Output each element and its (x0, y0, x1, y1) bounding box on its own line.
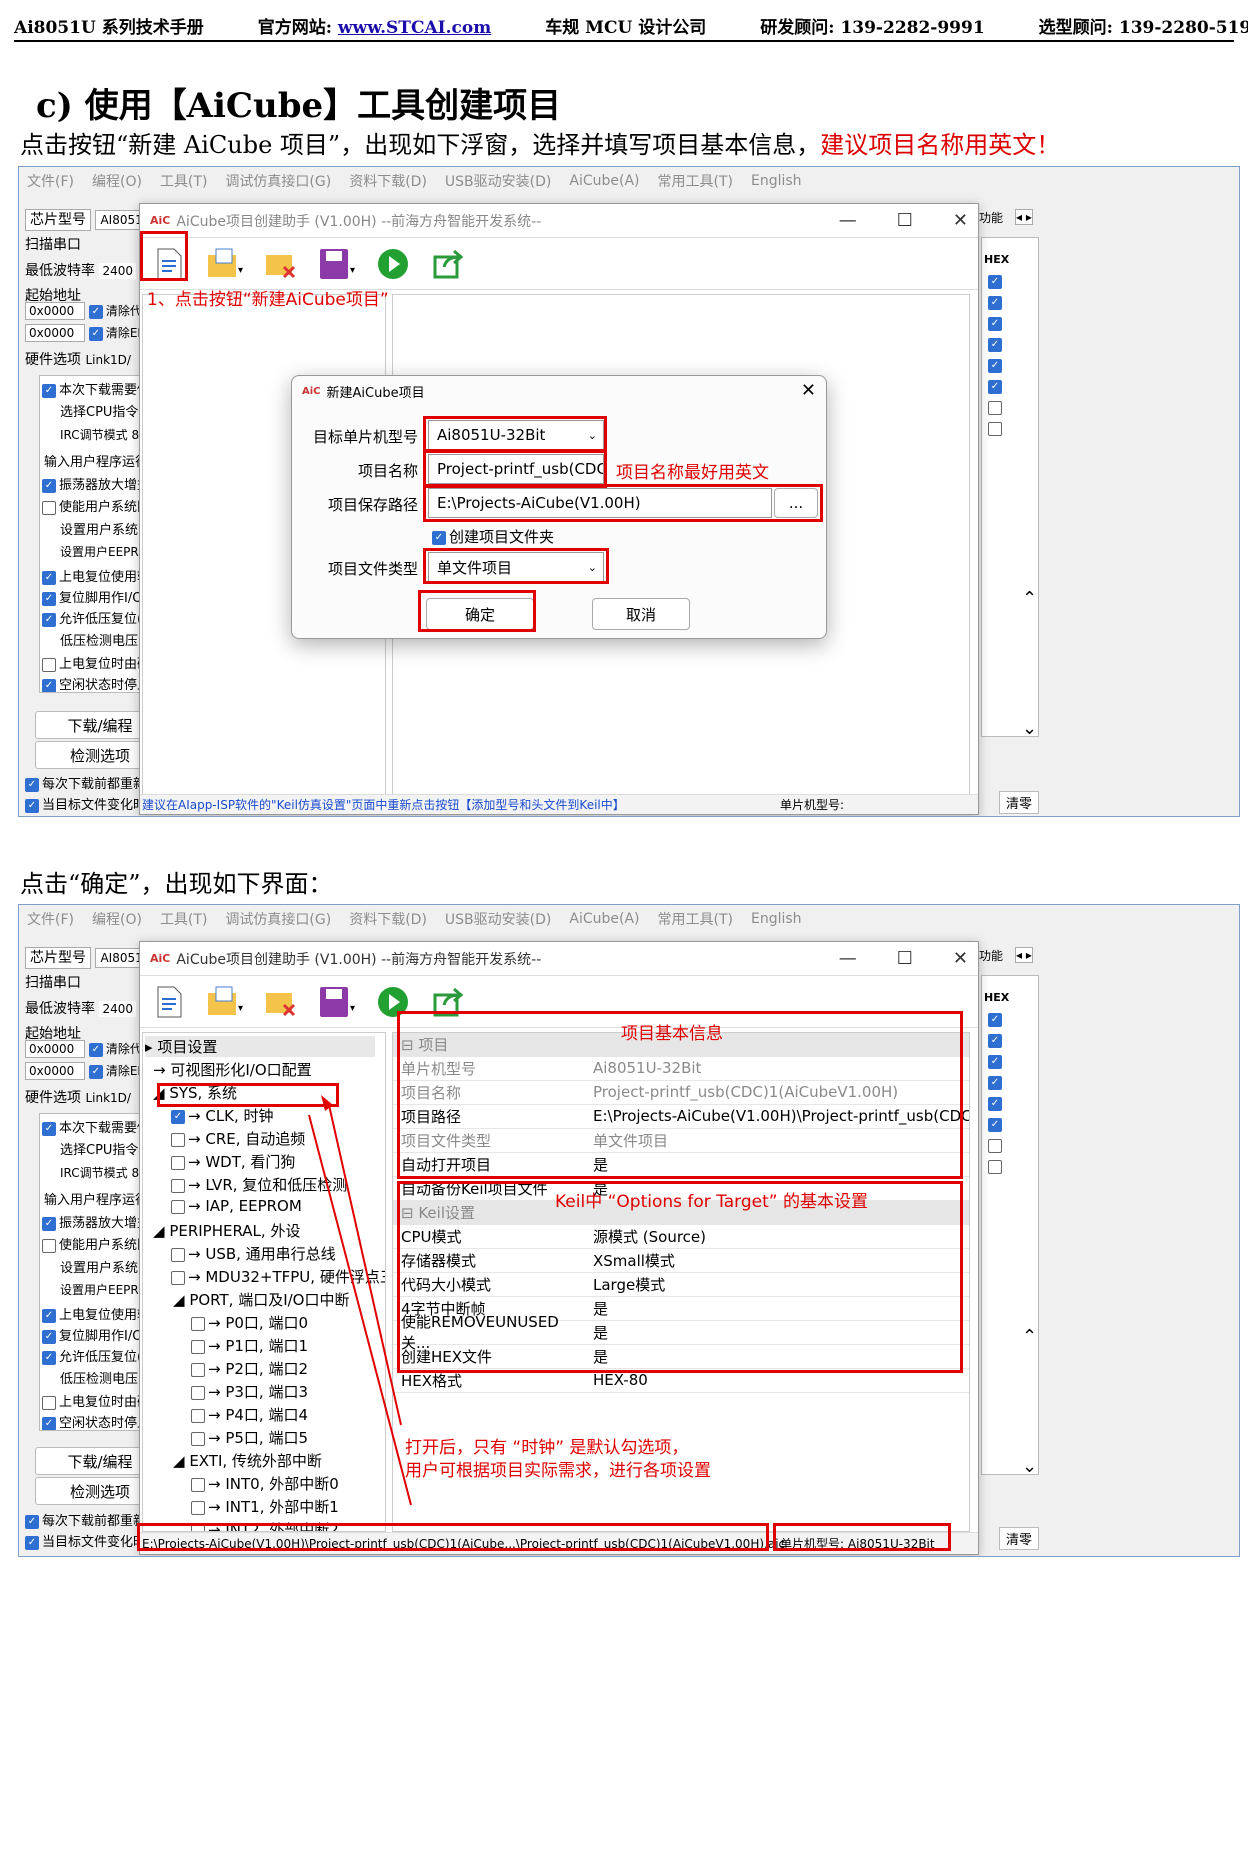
menu-download[interactable]: 资料下载(D) (349, 171, 427, 191)
menu-program[interactable]: 编程(O) (92, 171, 142, 191)
scan-port-button[interactable]: 扫描串口 (25, 234, 81, 254)
default-clk-note-line2: 用户可根据项目实际需求，进行各项设置 (405, 1461, 711, 1481)
export-icon[interactable] (430, 245, 468, 283)
menu-tools[interactable]: 工具(T) (160, 171, 207, 191)
reload-checkbox[interactable]: ✓ 每次下载前都重新 (25, 773, 146, 792)
scroll-up-icon[interactable]: ⌃ (1022, 588, 1037, 609)
section-title: c) 使用【AiCube】工具创建项目 (36, 86, 562, 126)
close-project-icon[interactable] (262, 245, 300, 283)
rd-contact: 研发顾问: 139-2282-9991 (760, 17, 985, 38)
project-name-note: 项目名称最好用英文 (616, 463, 769, 483)
create-folder-checkbox[interactable]: ✓ 创建项目文件夹 (432, 526, 554, 547)
menu-bar: 文件(F) 编程(O) 工具(T) 调试仿真接口(G) 资料下载(D) USB驱动安装(D… (19, 167, 1239, 195)
website-link[interactable]: www.STCAI.com (338, 18, 491, 38)
save-path-label: 项目保存路径 (327, 496, 418, 514)
dialog-close-icon[interactable]: ✕ (801, 380, 816, 401)
file-type-label: 项目文件类型 (327, 560, 418, 578)
aicube-logo-icon: AiC (150, 214, 171, 227)
status-chip-highlight (773, 1523, 951, 1551)
baud-row: 最低波特率 2400 (25, 260, 136, 280)
click-new-project-note: 1、点击按钮“新建AiCube项目” (147, 290, 389, 310)
status-bar: 建议在AIapp-ISP软件的"Keil仿真设置"页面中重新点击按钮【添加型号和… (140, 794, 978, 814)
aicube-logo-icon: AiC (302, 386, 321, 397)
aicube-title-bar: AiC AiCube项目创建助手 (V1.00H) --前海方舟智能开发系统--… (140, 204, 978, 238)
website: 官方网站: www.STCAI.com (257, 17, 492, 38)
target-change-checkbox[interactable]: ✓ 当目标文件变化时 (25, 794, 146, 813)
dialog-title: AiC 新建AiCube项目 (302, 386, 425, 401)
close-icon[interactable]: ✕ (953, 210, 968, 231)
function-label: 功能 (979, 211, 1004, 225)
project-name-label: 项目名称 (357, 462, 418, 480)
paragraph-2: 点击“确定”，出现如下界面： (20, 870, 333, 898)
target-mcu-label: 目标单片机型号 (312, 428, 418, 446)
status-path-highlight (137, 1523, 769, 1551)
new-project-dialog: AiC 新建AiCube项目 ✕ 目标单片机型号 Ai8051U-32Bit ⌄ 项… (291, 375, 827, 639)
menu-aicube[interactable]: AiCube(A) (569, 173, 639, 189)
menu-debug[interactable]: 调试仿真接口(G) (225, 171, 331, 191)
paragraph-1: 点击按钮“新建 AiCube 项目”，出现如下浮窗，选择并填写项目基本信息，建议… (20, 131, 1061, 159)
screenshot-project-created: 文件(F) 编程(O) 工具(T) 调试仿真接口(G) 资料下载(D) USB驱动安装(D… (18, 904, 1240, 1557)
clear-button[interactable]: 清零 (999, 791, 1040, 814)
aicube-toolbar: ▾ ▾ (140, 238, 978, 290)
menu-file[interactable]: 文件(F) (27, 171, 74, 191)
manual-title: Ai8051U 系列技术手册 (14, 17, 204, 38)
chip-type-row: 芯片型号 AI8051U (25, 209, 157, 231)
new-project-highlight (140, 231, 188, 281)
save-icon[interactable]: ▾ (318, 245, 356, 283)
right-option-panel: HEX ✓ ✓ ✓ ✓ ✓ ✓ ⌃ ⌄ (981, 237, 1039, 739)
svg-text:▾: ▾ (238, 265, 243, 276)
cancel-button[interactable]: 取消 (592, 598, 690, 630)
addr-row-2: 0x0000 ✓ 清除EE (25, 324, 145, 342)
run-icon[interactable] (374, 245, 412, 283)
english-name-tip: 建议项目名称用英文！ (820, 131, 1061, 159)
sel-contact: 选型顾问: 139-2280-5190 (1038, 17, 1248, 38)
maximize-icon[interactable]: ☐ (897, 210, 913, 231)
hardware-tabs[interactable]: 硬件选项 Link1D/ (25, 349, 131, 369)
menu-english[interactable]: English (751, 173, 802, 189)
page-header: Ai8051U 系列技术手册 官方网站: www.STCAI.com 车规 MC… (14, 10, 1248, 42)
scroll-arrows[interactable]: ◂ ▸ (1015, 209, 1033, 225)
open-folder-icon[interactable]: ▾ (206, 245, 244, 283)
screenshot-new-project: 文件(F) 编程(O) 工具(T) 调试仿真接口(G) 资料下载(D) USB驱动安装(D… (18, 166, 1240, 817)
menu-usb[interactable]: USB驱动安装(D) (445, 171, 551, 191)
default-clk-note-line1: 打开后，只有 “时钟” 是默认勾选项， (405, 1438, 689, 1458)
company-tagline: 车规 MCU 设计公司 (545, 17, 707, 38)
svg-text:▾: ▾ (350, 265, 355, 276)
scroll-down-icon[interactable]: ⌄ (1022, 718, 1037, 739)
menu-common-tools[interactable]: 常用工具(T) (658, 171, 733, 191)
minimize-icon[interactable]: — (839, 210, 857, 231)
addr-row-1: 0x0000 ✓ 清除代 (25, 302, 142, 320)
